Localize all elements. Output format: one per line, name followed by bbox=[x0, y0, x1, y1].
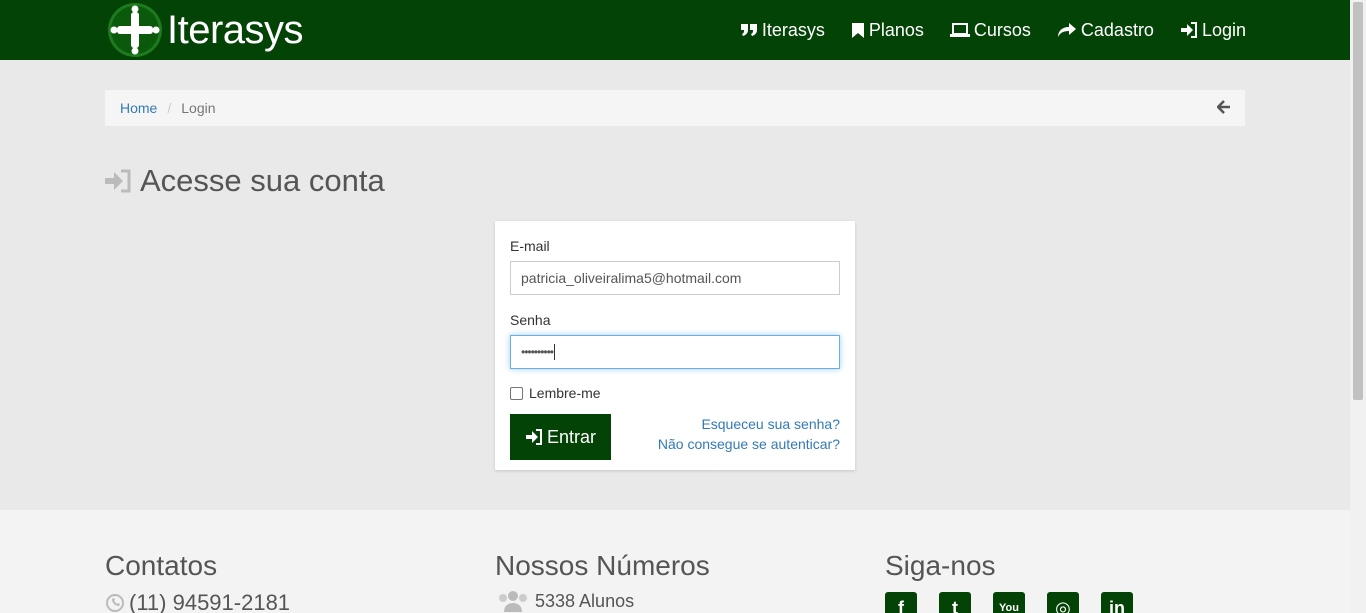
help-links: Esqueceu sua senha? Não consegue se aute… bbox=[658, 414, 840, 454]
nav-item-planos[interactable]: Planos bbox=[851, 20, 924, 41]
nav-item-login[interactable]: Login bbox=[1180, 20, 1246, 41]
main-nav: Iterasys Planos Cursos Cadastro Login bbox=[714, 0, 1246, 60]
follow-heading: Siga-nos bbox=[885, 550, 996, 581]
password-field[interactable]: •••••••••• bbox=[510, 335, 840, 369]
bookmark-icon bbox=[851, 22, 864, 38]
brand-logo-link[interactable]: Iterasys bbox=[107, 2, 304, 58]
breadcrumb-separator: / bbox=[167, 100, 172, 116]
top-navbar: Iterasys Iterasys Planos Cursos Cadastro… bbox=[0, 0, 1350, 60]
phone-number: (11) 94591-2181 bbox=[129, 590, 291, 613]
text-caret bbox=[554, 344, 556, 360]
submit-label: Entrar bbox=[546, 426, 597, 447]
scrollbar-thumb[interactable] bbox=[1353, 2, 1363, 400]
twitter-icon[interactable]: t bbox=[939, 592, 971, 613]
breadcrumb: Home / Login bbox=[105, 90, 1245, 126]
remember-me-label[interactable]: Lembre-me bbox=[529, 385, 601, 401]
facebook-glyph: f bbox=[898, 597, 904, 613]
linkedin-glyph: in bbox=[1109, 597, 1125, 613]
nav-label: Cadastro bbox=[1080, 19, 1154, 40]
breadcrumb-current: Login bbox=[181, 100, 216, 116]
forgot-password-link[interactable]: Esqueceu sua senha? bbox=[658, 414, 840, 434]
nav-label: Login bbox=[1201, 19, 1246, 40]
facebook-icon[interactable]: f bbox=[885, 592, 917, 613]
numbers-heading: Nossos Números bbox=[495, 550, 710, 581]
phone-line: (11) 94591-2181 bbox=[105, 590, 290, 613]
linkedin-icon[interactable]: in bbox=[1101, 592, 1133, 613]
students-line: 5338 Alunos bbox=[495, 590, 710, 612]
nav-item-cursos[interactable]: Cursos bbox=[949, 19, 1031, 41]
footer-social: Siga-nos f t You ◎ in bbox=[885, 550, 1155, 613]
cannot-authenticate-link[interactable]: Não consegue se autenticar? bbox=[658, 434, 840, 454]
sign-in-icon bbox=[525, 429, 542, 445]
page-scrollbar[interactable] bbox=[1350, 0, 1366, 613]
breadcrumb-home-link[interactable]: Home bbox=[120, 100, 157, 116]
footer: Contatos (11) 94591-2181 Nossos Números … bbox=[0, 510, 1350, 613]
remember-me-checkbox[interactable] bbox=[510, 386, 523, 400]
nav-label: Cursos bbox=[973, 19, 1031, 40]
nav-item-iterasys[interactable]: Iterasys bbox=[740, 20, 825, 41]
whatsapp-icon bbox=[106, 594, 124, 612]
page-title-text: Acesse sua conta bbox=[140, 163, 385, 198]
footer-contacts: Contatos (11) 94591-2181 bbox=[105, 550, 290, 613]
share-icon bbox=[1057, 23, 1076, 37]
quote-icon bbox=[740, 24, 757, 36]
page-title: Acesse sua conta bbox=[104, 163, 385, 199]
remember-me-row: Lembre-me bbox=[510, 385, 601, 401]
login-submit-button[interactable]: Entrar bbox=[510, 414, 611, 460]
arrow-left-icon[interactable] bbox=[1217, 100, 1231, 114]
youtube-icon[interactable]: You bbox=[993, 592, 1025, 613]
social-links: f t You ◎ in bbox=[885, 592, 1155, 613]
sign-in-icon bbox=[105, 169, 131, 193]
instagram-icon[interactable]: ◎ bbox=[1047, 592, 1079, 613]
nav-item-cadastro[interactable]: Cadastro bbox=[1057, 20, 1154, 41]
iterasys-logo-icon bbox=[108, 3, 162, 57]
footer-numbers: Nossos Números 5338 Alunos bbox=[495, 550, 710, 612]
twitter-glyph: t bbox=[952, 597, 958, 613]
password-value: •••••••••• bbox=[521, 345, 554, 359]
email-label: E-mail bbox=[510, 238, 550, 254]
nav-label: Iterasys bbox=[761, 19, 825, 40]
instagram-glyph: ◎ bbox=[1055, 597, 1071, 613]
email-field[interactable]: patricia_oliveiralima5@hotmail.com bbox=[510, 261, 840, 295]
brand-name: Iterasys bbox=[167, 7, 304, 52]
password-label: Senha bbox=[510, 312, 551, 328]
login-panel: E-mail patricia_oliveiralima5@hotmail.co… bbox=[495, 221, 855, 470]
users-icon bbox=[499, 591, 527, 612]
sign-in-icon bbox=[1180, 22, 1197, 38]
contacts-heading: Contatos bbox=[105, 550, 218, 581]
youtube-glyph: You bbox=[999, 602, 1019, 613]
nav-label: Planos bbox=[868, 19, 924, 40]
students-count: 5338 Alunos bbox=[535, 590, 635, 611]
email-value: patricia_oliveiralima5@hotmail.com bbox=[521, 270, 742, 286]
laptop-icon bbox=[949, 23, 970, 37]
